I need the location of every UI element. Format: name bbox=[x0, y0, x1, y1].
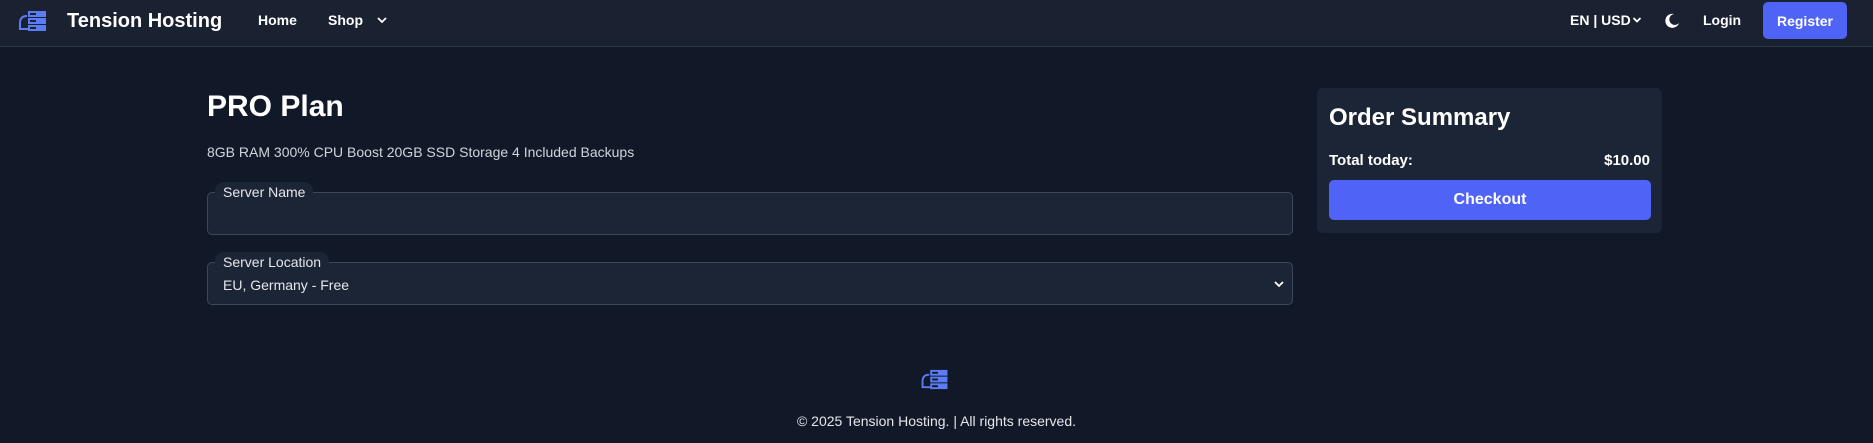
order-summary-title: Order Summary bbox=[1329, 104, 1511, 131]
server-name-field[interactable]: Server Name bbox=[207, 182, 1293, 235]
nav-home-link[interactable]: Home bbox=[258, 12, 297, 28]
server-stack-icon bbox=[921, 369, 948, 390]
chevron-down-icon[interactable] bbox=[1632, 15, 1642, 25]
server-location-label: Server Location bbox=[215, 252, 330, 272]
total-value: $10.00 bbox=[1604, 152, 1650, 169]
brand-name[interactable]: Tension Hosting bbox=[67, 10, 222, 33]
moon-icon[interactable] bbox=[1664, 12, 1681, 29]
server-name-label: Server Name bbox=[215, 182, 314, 202]
plan-features: 8GB RAM 300% CPU Boost 20GB SSD Storage … bbox=[207, 144, 635, 160]
total-label: Total today: bbox=[1329, 152, 1413, 169]
locale-selector[interactable]: EN | USD bbox=[1570, 12, 1631, 28]
footer-copyright: © 2025 Tension Hosting. | All rights res… bbox=[796, 413, 1077, 429]
server-location-select[interactable]: Server Location EU, Germany - Free bbox=[207, 252, 1293, 305]
register-button[interactable]: Register bbox=[1763, 2, 1847, 39]
server-name-input[interactable] bbox=[208, 193, 1292, 234]
chevron-down-icon[interactable] bbox=[1273, 279, 1285, 289]
top-navbar: Tension Hosting Home Shop EN | USD Login… bbox=[0, 0, 1873, 47]
order-summary-card: Order Summary Total today: $10.00 Checko… bbox=[1317, 88, 1662, 233]
server-location-value[interactable]: EU, Germany - Free bbox=[223, 277, 349, 293]
chevron-down-icon[interactable] bbox=[376, 15, 388, 25]
brand-logo[interactable] bbox=[18, 8, 48, 34]
server-stack-icon bbox=[19, 11, 46, 31]
nav-shop-link[interactable]: Shop bbox=[328, 12, 363, 28]
login-link[interactable]: Login bbox=[1703, 12, 1741, 28]
checkout-button[interactable]: Checkout bbox=[1329, 180, 1651, 220]
plan-title: PRO Plan bbox=[207, 90, 344, 123]
